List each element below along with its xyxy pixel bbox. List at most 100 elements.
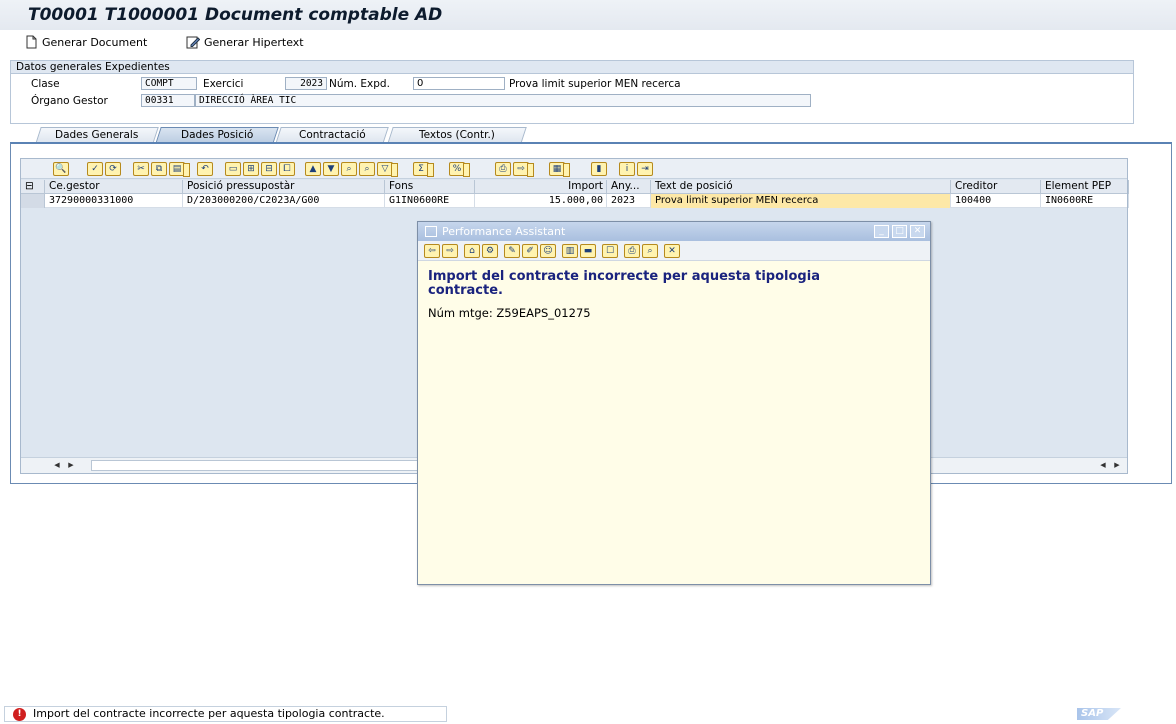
close-icon[interactable]: ✕ bbox=[910, 225, 925, 238]
find-next-icon[interactable]: ⌕ bbox=[359, 162, 375, 176]
status-bar: ! Import del contracte incorrecte per aq… bbox=[0, 706, 1176, 724]
sort-ascending-icon[interactable]: ▲ bbox=[305, 162, 321, 176]
info-icon[interactable]: i bbox=[619, 162, 635, 176]
grid-toolbar: 🔍 ✓ ⟳ ✂ ⧉ ▤ ↶ ▭ ⊞ ⊟ ⧠ ▲ ▼ ⌕ ⌕ ▽ Σ % ⎙ ⇨ … bbox=[21, 159, 1127, 179]
col-element-pep[interactable]: Element PEP bbox=[1041, 180, 1129, 194]
col-fons[interactable]: Fons bbox=[385, 180, 475, 194]
group-title: Datos generales Expedientes bbox=[11, 61, 1133, 74]
error-icon: ! bbox=[13, 708, 26, 721]
generar-document-label: Generar Document bbox=[42, 35, 148, 49]
scroll-left-icon[interactable]: ◀ bbox=[51, 460, 63, 471]
highlight-icon[interactable]: ✐ bbox=[522, 244, 538, 258]
num-expd-field[interactable]: 0 bbox=[413, 77, 505, 90]
pa-print-icon[interactable]: ⎙ bbox=[624, 244, 640, 258]
window-title: T00001 T1000001 Document comptable AD bbox=[28, 5, 443, 25]
sum-icon[interactable]: Σ bbox=[413, 162, 434, 177]
filter-icon[interactable]: ▽ bbox=[377, 162, 398, 177]
cut-icon[interactable]: ✂ bbox=[133, 162, 149, 176]
scroll-left-icon-right[interactable]: ◀ bbox=[1097, 460, 1109, 471]
status-message: Import del contracte incorrecte per aque… bbox=[33, 707, 385, 720]
col-text-posicio[interactable]: Text de posició bbox=[651, 180, 951, 194]
export-icon[interactable]: ⇨ bbox=[513, 162, 534, 177]
details-icon[interactable]: 🔍 bbox=[53, 162, 69, 176]
expedient-description: Prova limit superior MEN recerca bbox=[509, 78, 681, 90]
copy-icon[interactable]: ⧉ bbox=[151, 162, 167, 176]
generar-hipertext-button[interactable]: Generar Hipertext bbox=[186, 34, 304, 50]
assistant-window-icon bbox=[425, 226, 437, 237]
application-toolbar: Generar Document Generar Hipertext bbox=[0, 30, 1176, 54]
pa-close-icon[interactable]: ✕ bbox=[664, 244, 680, 258]
minimize-icon[interactable]: _ bbox=[874, 225, 889, 238]
scroll-thumb[interactable] bbox=[91, 460, 421, 471]
grid-header: ⊟ Ce.gestor Posició pressupostàr Fons Im… bbox=[21, 180, 1129, 194]
home-icon[interactable]: ⌂ bbox=[464, 244, 480, 258]
expedient-group: Datos generales Expedientes Clase COMPT … bbox=[10, 60, 1134, 124]
pa-toolbar: ⇦ ⇨ ⌂ ⚙ ✎ ✐ ☺ ▥ ▬ ☐ ⎙ ⌕ ✕ bbox=[418, 241, 930, 261]
cell-element-pep[interactable]: IN0600RE bbox=[1041, 194, 1129, 208]
pa-find-icon[interactable]: ⌕ bbox=[642, 244, 658, 258]
title-bar: T00001 T1000001 Document comptable AD bbox=[0, 0, 1176, 30]
tab-label: Dades Generals bbox=[55, 129, 139, 141]
cell-posicio[interactable]: D/203000200/C2023A/G00 bbox=[183, 194, 385, 208]
cell-any[interactable]: 2023 bbox=[607, 194, 651, 208]
generar-document-button[interactable]: Generar Document bbox=[24, 34, 147, 50]
pa-message: Import del contracte incorrecte per aque… bbox=[428, 269, 820, 298]
append-row-icon[interactable]: ▭ bbox=[225, 162, 241, 176]
col-any[interactable]: Any... bbox=[607, 180, 651, 194]
cell-ce-gestor[interactable]: 37290000331000 bbox=[45, 194, 183, 208]
insert-row-icon[interactable]: ⊞ bbox=[243, 162, 259, 176]
col-ce-gestor[interactable]: Ce.gestor bbox=[45, 180, 183, 194]
tab-label: Contractació bbox=[298, 129, 366, 141]
cell-creditor[interactable]: 100400 bbox=[951, 194, 1041, 208]
graphic-icon[interactable]: ▮ bbox=[591, 162, 607, 176]
technical-info-icon[interactable]: ⚙ bbox=[482, 244, 498, 258]
forward-icon[interactable]: ⇨ bbox=[442, 244, 458, 258]
col-posicio[interactable]: Posició pressupostàr bbox=[183, 180, 385, 194]
clase-field[interactable]: COMPT bbox=[141, 77, 197, 90]
sort-descending-icon[interactable]: ▼ bbox=[323, 162, 339, 176]
row-selector[interactable] bbox=[21, 194, 45, 208]
num-expd-label: Núm. Expd. bbox=[329, 78, 390, 90]
tab-label: Dades Posició bbox=[180, 129, 254, 141]
maximize-icon[interactable]: □ bbox=[892, 225, 907, 238]
performance-assistant-window: Performance Assistant _ □ ✕ ⇦ ⇨ ⌂ ⚙ ✎ ✐ … bbox=[417, 221, 931, 585]
back-icon[interactable]: ⇦ bbox=[424, 244, 440, 258]
find-icon[interactable]: ⌕ bbox=[341, 162, 357, 176]
new-document-icon bbox=[26, 35, 37, 49]
more-icon[interactable]: ⇥ bbox=[637, 162, 653, 176]
layout-icon[interactable]: ▦ bbox=[549, 162, 570, 177]
contents-icon[interactable]: ▥ bbox=[562, 244, 578, 258]
status-message-box[interactable]: ! Import del contracte incorrecte per aq… bbox=[4, 706, 447, 722]
cell-fons[interactable]: G1IN0600RE bbox=[385, 194, 475, 208]
organo-code-field[interactable]: 00331 bbox=[141, 94, 195, 107]
edit-icon[interactable]: ✎ bbox=[504, 244, 520, 258]
delete-row-icon[interactable]: ⊟ bbox=[261, 162, 277, 176]
col-creditor[interactable]: Creditor bbox=[951, 180, 1041, 194]
table-row[interactable]: 37290000331000 D/203000200/C2023A/G00 G1… bbox=[21, 194, 1129, 208]
generar-hipertext-label: Generar Hipertext bbox=[204, 35, 304, 49]
cell-text-posicio[interactable]: Prova limit superior MEN recerca bbox=[651, 194, 951, 208]
organo-name-field[interactable]: DIRECCIÓ ÀREA TIC bbox=[195, 94, 811, 107]
undo-icon[interactable]: ↶ bbox=[197, 162, 213, 176]
tab-label: Textos (Contr.) bbox=[419, 129, 495, 141]
pa-title-text: Performance Assistant bbox=[442, 225, 566, 238]
select-all-icon[interactable]: ⊟ bbox=[21, 180, 45, 194]
pa-titlebar[interactable]: Performance Assistant _ □ ✕ bbox=[418, 222, 930, 241]
scroll-right-icon[interactable]: ▶ bbox=[65, 460, 77, 471]
subtotal-icon[interactable]: % bbox=[449, 162, 470, 177]
refresh-icon[interactable]: ⟳ bbox=[105, 162, 121, 176]
exercici-label: Exercici bbox=[203, 78, 244, 90]
comment-icon[interactable]: ☐ bbox=[602, 244, 618, 258]
cell-import[interactable]: 15.000,00 bbox=[475, 194, 607, 208]
paste-icon[interactable]: ▤ bbox=[169, 162, 190, 177]
duplicate-row-icon[interactable]: ⧠ bbox=[279, 162, 295, 176]
col-import[interactable]: Import bbox=[475, 180, 607, 194]
bookmark-icon[interactable]: ▬ bbox=[580, 244, 596, 258]
clase-label: Clase bbox=[31, 78, 60, 90]
print-icon[interactable]: ⎙ bbox=[495, 162, 511, 176]
edit-document-icon bbox=[186, 36, 200, 49]
check-icon[interactable]: ✓ bbox=[87, 162, 103, 176]
user-icon[interactable]: ☺ bbox=[540, 244, 556, 258]
scroll-right-icon-right[interactable]: ▶ bbox=[1111, 460, 1123, 471]
exercici-field[interactable]: 2023 bbox=[285, 77, 327, 90]
